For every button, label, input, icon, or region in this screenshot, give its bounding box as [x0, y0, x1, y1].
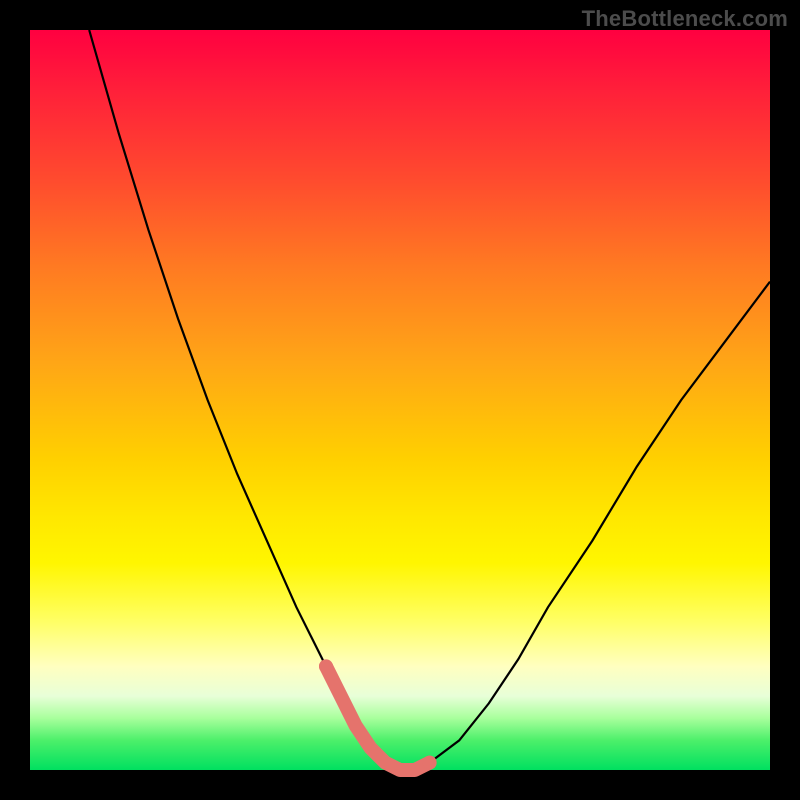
plot-area — [30, 30, 770, 770]
chart-frame: TheBottleneck.com — [0, 0, 800, 800]
bottleneck-curve — [89, 30, 770, 770]
highlight-dot-right — [423, 756, 437, 770]
highlight-dot-left — [319, 659, 333, 673]
curve-layer — [30, 30, 770, 770]
watermark-text: TheBottleneck.com — [582, 6, 788, 32]
highlight-basin — [326, 666, 430, 770]
